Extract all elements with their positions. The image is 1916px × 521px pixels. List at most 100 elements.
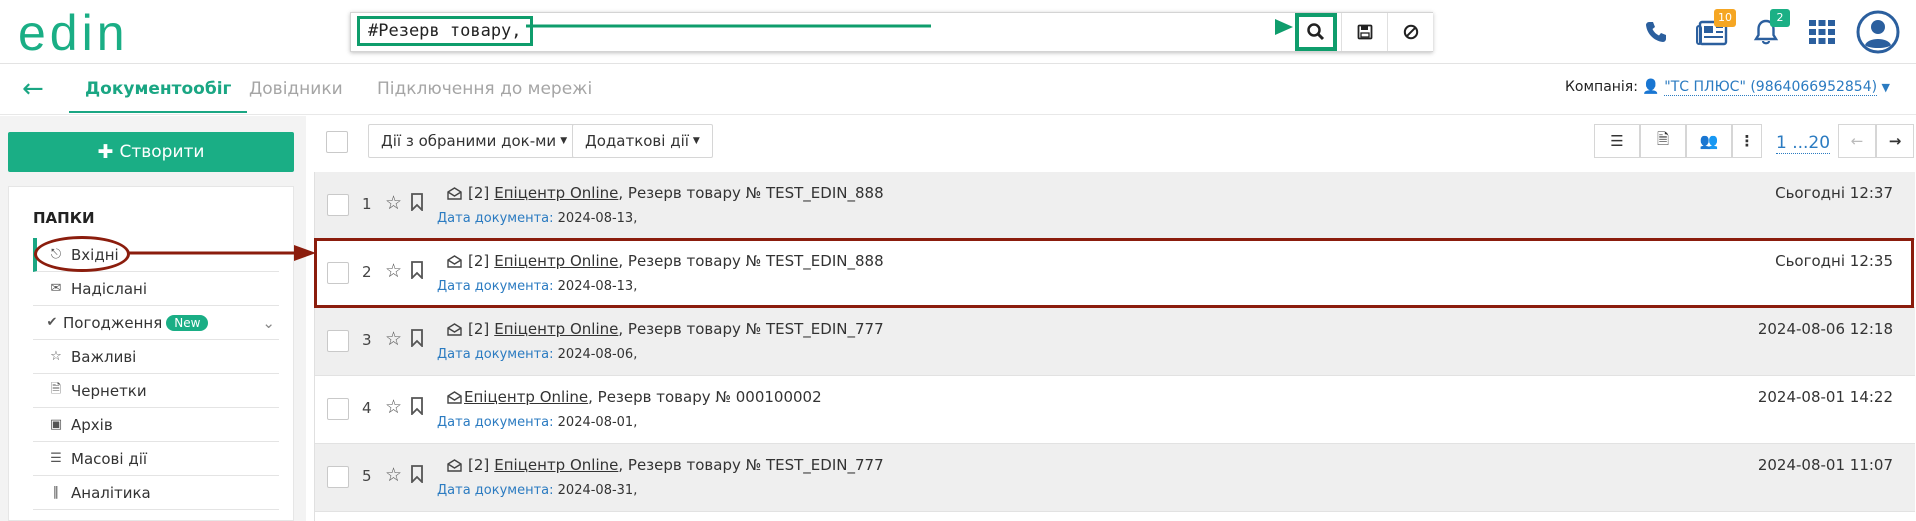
folder-item-bulk-actions[interactable]: ☰ Масові дії — [33, 442, 279, 476]
document-date-label: Дата документа: — [437, 211, 554, 226]
clear-search-button[interactable] — [1387, 13, 1433, 51]
document-date-label: Дата документа: — [437, 415, 554, 430]
search-input[interactable]: #Резерв товару, — [357, 16, 533, 46]
document-row[interactable]: 5 ☆ [2] Епіцентр Online , Резерв товару … — [315, 444, 1915, 512]
company-value[interactable]: "ТС ПЛЮС" (9864066952854) — [1664, 79, 1878, 96]
tab-directories[interactable]: Довідники — [249, 65, 343, 113]
row-checkbox[interactable] — [327, 262, 349, 284]
document-title[interactable]: [2] Епіцентр Online , Резерв товару № TE… — [447, 184, 884, 202]
document-row[interactable]: 3 ☆ [2] Епіцентр Online , Резерв товару … — [315, 308, 1915, 376]
folder-label: Чернетки — [71, 381, 147, 400]
more-options-button[interactable]: ⋮ — [1732, 124, 1762, 158]
check-icon: ✔ — [46, 315, 58, 330]
folder-label: Погодження — [63, 313, 163, 332]
document-title[interactable]: [2] Епіцентр Online , Резерв товару № TE… — [447, 456, 884, 474]
folder-item-archive[interactable]: ▣ Архів — [33, 408, 279, 442]
bookmark-icon[interactable] — [410, 397, 424, 415]
document-title[interactable]: Епіцентр Online , Резерв товару № 000100… — [447, 388, 822, 406]
news-button[interactable]: 10 — [1692, 9, 1736, 52]
edin-logo[interactable]: edin — [18, 10, 163, 56]
notifications-button[interactable]: 2 — [1746, 9, 1790, 52]
folder-item-approval[interactable]: ✔ Погодження New ⌄ — [33, 306, 279, 340]
group-view-button[interactable]: 👥 — [1686, 124, 1732, 158]
bulk-actions-dropdown[interactable]: Дії з обраними док-ми ▼ — [368, 124, 581, 158]
document-title[interactable]: [2] Епіцентр Online , Резерв товару № TE… — [447, 252, 884, 270]
folder-label: Надіслані — [71, 279, 148, 298]
select-all-checkbox[interactable] — [326, 131, 348, 153]
tab-documents[interactable]: Документообіг — [69, 65, 248, 113]
file-icon: 🗎 — [50, 381, 62, 397]
folder-item-analytics[interactable]: ∥ Аналітика — [33, 476, 279, 510]
document-subject: , Резерв товару № 000100002 — [588, 388, 822, 406]
document-title[interactable]: [2] Епіцентр Online , Резерв товару № TE… — [447, 320, 884, 338]
news-count-badge: 10 — [1714, 9, 1736, 27]
folder-item-drafts[interactable]: 🗎 Чернетки — [33, 374, 279, 408]
annotation-arrow-icon — [526, 24, 931, 28]
document-view-button[interactable]: 🗎 — [1640, 124, 1686, 158]
bookmark-icon[interactable] — [410, 261, 424, 279]
envelope-icon: ✉ — [50, 281, 62, 296]
document-subject: , Резерв товару № TEST_EDIN_888 — [618, 184, 884, 202]
bookmark-icon[interactable] — [410, 329, 424, 347]
document-sender[interactable]: Епіцентр Online — [494, 184, 618, 202]
bookmark-icon[interactable] — [410, 193, 424, 211]
company-selector[interactable]: Компанія: 👤 "ТС ПЛЮС" (9864066952854) ▼ — [1565, 79, 1890, 96]
back-arrow-icon[interactable]: ← — [22, 75, 52, 105]
star-icon[interactable]: ☆ — [385, 464, 402, 486]
phone-icon — [1646, 22, 1666, 42]
create-button-label: Створити — [119, 142, 205, 162]
ban-icon — [1403, 24, 1418, 40]
document-sender[interactable]: Епіцентр Online — [494, 252, 618, 270]
save-search-button[interactable] — [1341, 13, 1387, 51]
tab-network-connection[interactable]: Підключення до мережі — [377, 65, 592, 113]
floppy-icon — [1357, 24, 1372, 40]
extra-actions-dropdown[interactable]: Додаткові дії ▼ — [572, 124, 713, 158]
folder-item-sent[interactable]: ✉ Надіслані — [33, 272, 279, 306]
row-number: 5 — [362, 467, 372, 485]
document-subject: , Резерв товару № TEST_EDIN_777 — [618, 320, 884, 338]
star-icon[interactable]: ☆ — [385, 328, 402, 350]
create-button[interactable]: ✚ Створити — [8, 132, 294, 172]
bookmark-icon[interactable] — [410, 465, 424, 483]
document-icon: 🗎 — [1656, 129, 1670, 148]
search-button[interactable] — [1295, 13, 1337, 51]
document-row[interactable]: 4 ☆ Епіцентр Online , Резерв товару № 00… — [315, 376, 1915, 444]
documents-toolbar: Дії з обраними док-ми ▼ Додаткові дії ▼ … — [314, 116, 1916, 170]
new-badge: New — [166, 314, 209, 331]
search-bar[interactable]: #Резерв товару, — [350, 12, 1433, 52]
apps-menu-button[interactable] — [1802, 12, 1842, 52]
envelope-open-icon — [447, 458, 462, 472]
next-page-button[interactable]: → — [1876, 124, 1914, 158]
document-date-label: Дата документа: — [437, 347, 554, 362]
phone-button[interactable] — [1636, 12, 1676, 52]
chevron-down-icon[interactable]: ⌄ — [262, 314, 275, 332]
document-sender[interactable]: Епіцентр Online — [494, 320, 618, 338]
page-range[interactable]: 1 ...20 — [1776, 133, 1831, 154]
row-checkbox[interactable] — [327, 398, 349, 420]
prev-page-button[interactable]: ← — [1838, 124, 1876, 158]
more-vertical-icon: ⋮ — [1739, 132, 1755, 150]
document-sender[interactable]: Епіцентр Online — [464, 388, 588, 406]
annotation-oval — [34, 236, 130, 272]
bulk-icon: ☰ — [50, 451, 62, 466]
document-row[interactable]: 2 ☆ [2] Епіцентр Online , Резерв товару … — [315, 240, 1915, 308]
document-sender[interactable]: Епіцентр Online — [494, 456, 618, 474]
star-icon[interactable]: ☆ — [385, 396, 402, 418]
section-nav: ← Документообіг Довідники Підключення до… — [0, 65, 1916, 115]
row-checkbox[interactable] — [327, 194, 349, 216]
list-view-button[interactable]: ☰ — [1594, 124, 1640, 158]
document-prefix: [2] — [468, 456, 490, 474]
document-date: 2024-08-13, — [557, 211, 638, 226]
user-avatar-icon — [1856, 10, 1900, 54]
archive-icon: ▣ — [49, 417, 63, 432]
document-date: 2024-08-13, — [557, 279, 638, 294]
star-icon[interactable]: ☆ — [385, 192, 402, 214]
star-icon[interactable]: ☆ — [385, 260, 402, 282]
document-row[interactable]: 1 ☆ [2] Епіцентр Online , Резерв товару … — [315, 172, 1915, 240]
user-menu-button[interactable] — [1854, 8, 1902, 56]
folder-item-important[interactable]: ☆ Важливі — [33, 340, 279, 374]
row-checkbox[interactable] — [327, 330, 349, 352]
document-timestamp: 2024-08-01 14:22 — [1757, 388, 1893, 406]
document-date-label: Дата документа: — [437, 279, 554, 294]
row-checkbox[interactable] — [327, 466, 349, 488]
